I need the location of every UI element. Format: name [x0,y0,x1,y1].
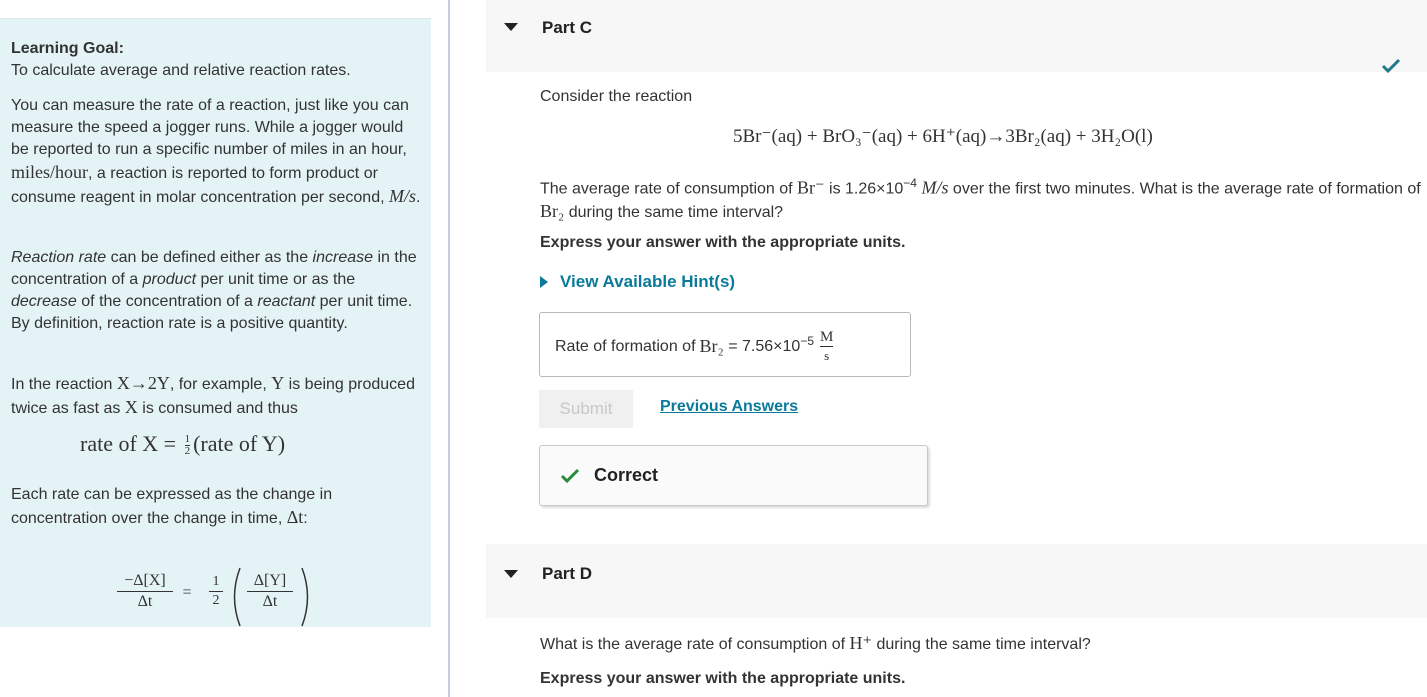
part-c-complete-check-icon [1381,58,1401,74]
p1-text-c: . [416,189,421,206]
q-exponent: −4 [903,176,917,190]
frac-half: 1 2 [209,574,223,609]
reaction-equation: 5Br⁻(aq) + BrO₃⁻(aq) + 6H⁺(aq)→3Br₂(aq) … [733,126,1153,147]
view-hints-label: View Available Hint(s) [560,272,736,291]
frac2-num: 1 [212,574,220,589]
part-d-instruction: Express your answer with the appropriate… [540,670,906,687]
collapse-arrow-icon[interactable] [504,570,518,578]
answer-unit-den: s [824,348,830,363]
p2-text-b: can be defined either as the [106,249,313,266]
q-text-a: The average rate of consumption of [540,180,798,198]
frac3-num: Δ[Y] [253,572,287,589]
frac3-den: Δt [262,593,278,610]
q-br2: Br₂ [540,201,565,222]
part-c-header[interactable]: Part C [486,0,1427,72]
correct-feedback: Correct [539,445,928,506]
p4-text-a: Each rate can be expressed as the change… [11,486,333,527]
part-c-intro: Consider the reaction [540,88,693,105]
p3-math-y: Y [271,373,285,393]
p2-product: product [142,271,197,288]
collapse-arrow-icon[interactable] [504,23,518,31]
submit-button[interactable]: Submit [539,390,633,428]
d-q-h-ion: H⁺ [849,633,873,653]
d-q-text-a: What is the average rate of consumption … [540,636,850,653]
correct-label: Correct [594,465,659,485]
formula1-den: 2 [184,445,191,458]
formula1-left: rate of X = [80,431,182,456]
expand-triangle-icon [540,276,548,288]
formula1-right: (rate of Y) [193,431,286,456]
q-unit: M/s [916,177,949,198]
answer-label: Rate of formation of [555,337,696,355]
frac-delta-x: −Δ[X] Δt [117,572,173,611]
right-paren [301,567,309,627]
answer-exponent: −5 [800,333,814,348]
intro-paragraph: You can measure the rate of a reaction, … [11,95,421,209]
p2-text-f: per unit time or as the [196,271,356,288]
part-c-instruction: Express your answer with the appropriate… [540,234,906,251]
p2-reaction-rate: Reaction rate [11,249,107,266]
q-text-b: is 1.26×10 [824,180,904,198]
p3-text-a: In the reaction [11,376,117,393]
change-paragraph: Each rate can be expressed as the change… [11,484,421,530]
definition-paragraph: Reaction rate can be defined either as t… [11,247,421,335]
p4-text-b: : [303,510,308,527]
view-hints-link[interactable]: View Available Hint(s) [540,272,735,292]
p2-decrease: decrease [11,293,77,310]
frac1-den: Δt [137,593,153,610]
p3-text-d: is consumed and thus [137,400,298,417]
rate-fraction-formula: −Δ[X] Δt = 1 2 Δ[Y] Δt [117,566,337,627]
answer-box: Rate of formation of Br₂ = 7.56×10 −5 M … [539,312,911,377]
p2-text-h: of the concentration of a [76,293,258,310]
answer-unit: M s [820,329,834,363]
rate-relation-formula: rate of X = 1 2 (rate of Y) [80,431,285,457]
p1-text-a: You can measure the rate of a reaction, … [11,97,409,158]
answer-display: Rate of formation of Br₂ = 7.56×10 −5 M … [555,329,834,363]
learning-goal-title: Learning Goal: [11,40,124,57]
checkmark-icon [560,468,580,483]
q-br-ion: Br⁻ [797,177,825,198]
answer-species: Br₂ [699,336,724,356]
learning-goal-text: To calculate average and relative reacti… [11,62,351,79]
frac1-num: −Δ[X] [124,572,166,589]
p3-math-reaction: X→2Y [116,373,170,393]
answer-equals: = [723,337,743,355]
frac-equals: = [182,584,192,601]
part-d-header[interactable]: Part D [486,544,1427,618]
left-paren [233,567,241,627]
part-c-label: Part C [542,18,593,37]
panel-divider [448,0,450,697]
part-d-label: Part D [542,564,593,583]
answer-value: 7.56×10 [742,337,801,355]
frac2-den: 2 [212,593,220,608]
frac-delta-y: Δ[Y] Δt [247,572,293,611]
example-paragraph: In the reaction X→2Y, for example, Y is … [11,372,421,420]
answer-unit-num: M [820,329,834,345]
p3-math-x: X [124,397,138,417]
p4-math-dt: Δt [286,507,304,527]
q-text-c: over the first two minutes. What is the … [948,180,1421,198]
part-c-question: The average rate of consumption of Br⁻ i… [540,172,1427,224]
q-text-d: during the same time interval? [564,204,784,222]
p2-increase: increase [312,249,374,266]
part-d-question: What is the average rate of consumption … [540,632,1091,656]
p2-reactant: reactant [257,293,316,310]
p3-text-b: , for example, [169,376,272,393]
learning-goal-panel: Learning Goal: To calculate average and … [0,18,431,627]
d-q-text-b: during the same time interval? [872,636,1091,653]
p1-math-ms: M/s [389,186,416,206]
previous-answers-link[interactable]: Previous Answers [660,398,798,416]
formula1-num: 1 [184,433,191,446]
p1-math-miles-hour: miles/hour [11,162,88,182]
